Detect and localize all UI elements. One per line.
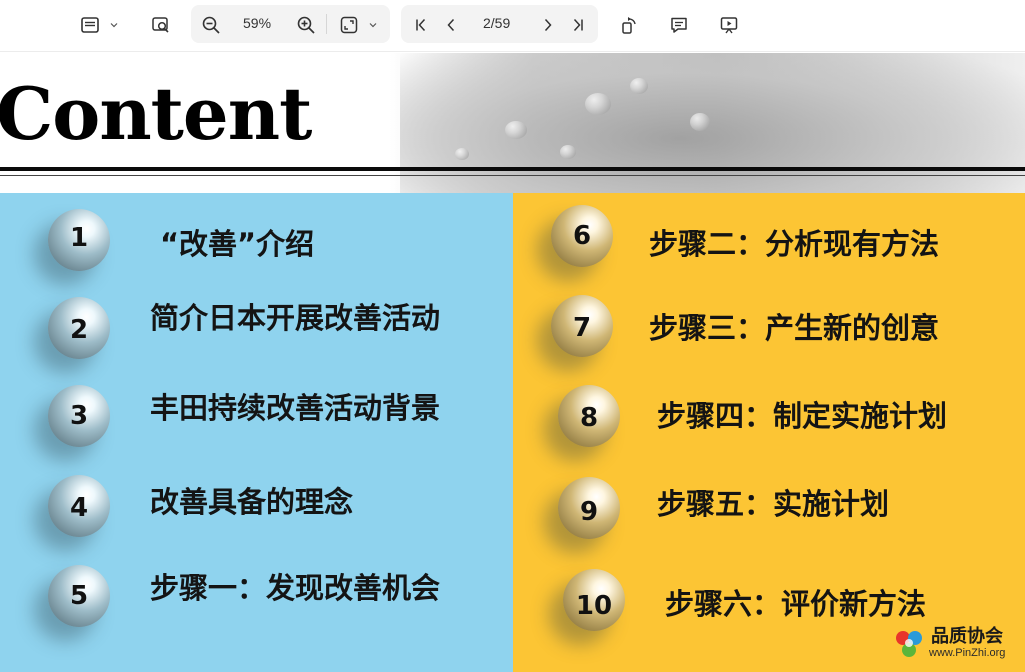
item-number: 1 xyxy=(69,223,89,253)
viewer-toolbar: 59% 2/59 xyxy=(0,0,1025,52)
item-number: 6 xyxy=(572,221,592,251)
content-item: 7 步骤三：产生新的创意 xyxy=(513,293,1025,363)
next-page-icon xyxy=(539,16,557,34)
item-label: 步骤四：制定实施计划 xyxy=(657,399,948,433)
item-number: 5 xyxy=(69,581,89,611)
first-page-button[interactable] xyxy=(407,9,435,41)
item-number: 2 xyxy=(69,315,89,345)
zoom-out-button[interactable] xyxy=(196,9,226,41)
content-item: 4 改善具备的理念 xyxy=(0,473,513,543)
slide-title: Content xyxy=(0,71,312,156)
content-item: 2 简介日本开展改善活动 xyxy=(0,295,513,365)
water-drop-decoration xyxy=(585,93,611,115)
rotate-icon xyxy=(619,15,639,35)
slide-canvas: Content 1 “改善”介绍 2 简介日本开展改善活动 3 丰田持续改善活动… xyxy=(0,53,1025,672)
item-label: 简介日本开展改善活动 xyxy=(150,301,441,335)
item-number: 8 xyxy=(579,403,599,433)
item-number: 9 xyxy=(579,497,599,527)
present-button[interactable] xyxy=(714,9,744,41)
prev-page-icon xyxy=(442,16,460,34)
item-number: 3 xyxy=(69,401,89,431)
water-drop-decoration xyxy=(505,121,527,139)
sidebar-toggle-button[interactable] xyxy=(74,9,124,41)
next-page-button[interactable] xyxy=(534,9,562,41)
content-panel-left: 1 “改善”介绍 2 简介日本开展改善活动 3 丰田持续改善活动背景 4 改善具… xyxy=(0,193,513,672)
item-label: 丰田持续改善活动背景 xyxy=(150,391,441,425)
item-label: 步骤一：发现改善机会 xyxy=(150,571,441,605)
water-drop-decoration xyxy=(455,148,469,160)
zoom-level[interactable]: 59% xyxy=(243,15,271,31)
zoom-out-icon xyxy=(201,15,221,35)
fit-page-button[interactable] xyxy=(333,9,383,41)
chevron-down-icon xyxy=(110,21,118,29)
chevron-down-icon xyxy=(369,21,377,29)
pinzhi-logo-icon xyxy=(891,626,927,662)
item-number: 10 xyxy=(575,591,613,621)
comment-button[interactable] xyxy=(664,9,694,41)
present-icon xyxy=(719,15,739,35)
first-page-icon xyxy=(412,16,430,34)
last-page-button[interactable] xyxy=(564,9,592,41)
item-label: 步骤六：评价新方法 xyxy=(665,587,927,621)
item-label: 步骤五：实施计划 xyxy=(657,487,890,521)
water-drop-decoration xyxy=(690,113,710,131)
content-item: 1 “改善”介绍 xyxy=(0,207,513,277)
rotate-button[interactable] xyxy=(614,9,644,41)
item-label: 步骤二：分析现有方法 xyxy=(649,227,940,261)
zoom-in-button[interactable] xyxy=(291,9,321,41)
last-page-icon xyxy=(569,16,587,34)
prev-page-button[interactable] xyxy=(437,9,465,41)
content-item: 6 步骤二：分析现有方法 xyxy=(513,203,1025,273)
watermark-url: www.PinZhi.org xyxy=(929,647,1006,659)
fit-page-icon xyxy=(339,15,359,35)
title-rule xyxy=(0,167,1025,171)
comment-icon xyxy=(669,15,689,35)
content-item: 5 步骤一：发现改善机会 xyxy=(0,563,513,633)
title-rule-thin xyxy=(0,175,1025,176)
water-drop-decoration xyxy=(630,78,648,94)
sidebar-icon xyxy=(80,15,100,35)
item-label: 改善具备的理念 xyxy=(150,485,354,519)
content-item: 9 步骤五：实施计划 xyxy=(513,475,1025,545)
search-page-button[interactable] xyxy=(146,9,176,41)
zoom-in-icon xyxy=(296,15,316,35)
page-indicator[interactable]: 2/59 xyxy=(483,15,510,31)
item-label: 步骤三：产生新的创意 xyxy=(649,311,940,345)
toolbar-divider xyxy=(326,14,327,34)
watermark-name: 品质协会 xyxy=(931,626,1003,647)
watermark: 品质协会 www.PinZhi.org xyxy=(891,622,1021,666)
content-item: 3 丰田持续改善活动背景 xyxy=(0,383,513,453)
item-number: 4 xyxy=(69,493,89,523)
content-panel-right: 6 步骤二：分析现有方法 7 步骤三：产生新的创意 8 步骤四：制定实施计划 9… xyxy=(513,193,1025,672)
item-number: 7 xyxy=(572,313,592,343)
search-page-icon xyxy=(151,15,171,35)
item-label: “改善”介绍 xyxy=(160,227,315,261)
content-item: 8 步骤四：制定实施计划 xyxy=(513,383,1025,453)
water-drop-decoration xyxy=(560,145,576,159)
